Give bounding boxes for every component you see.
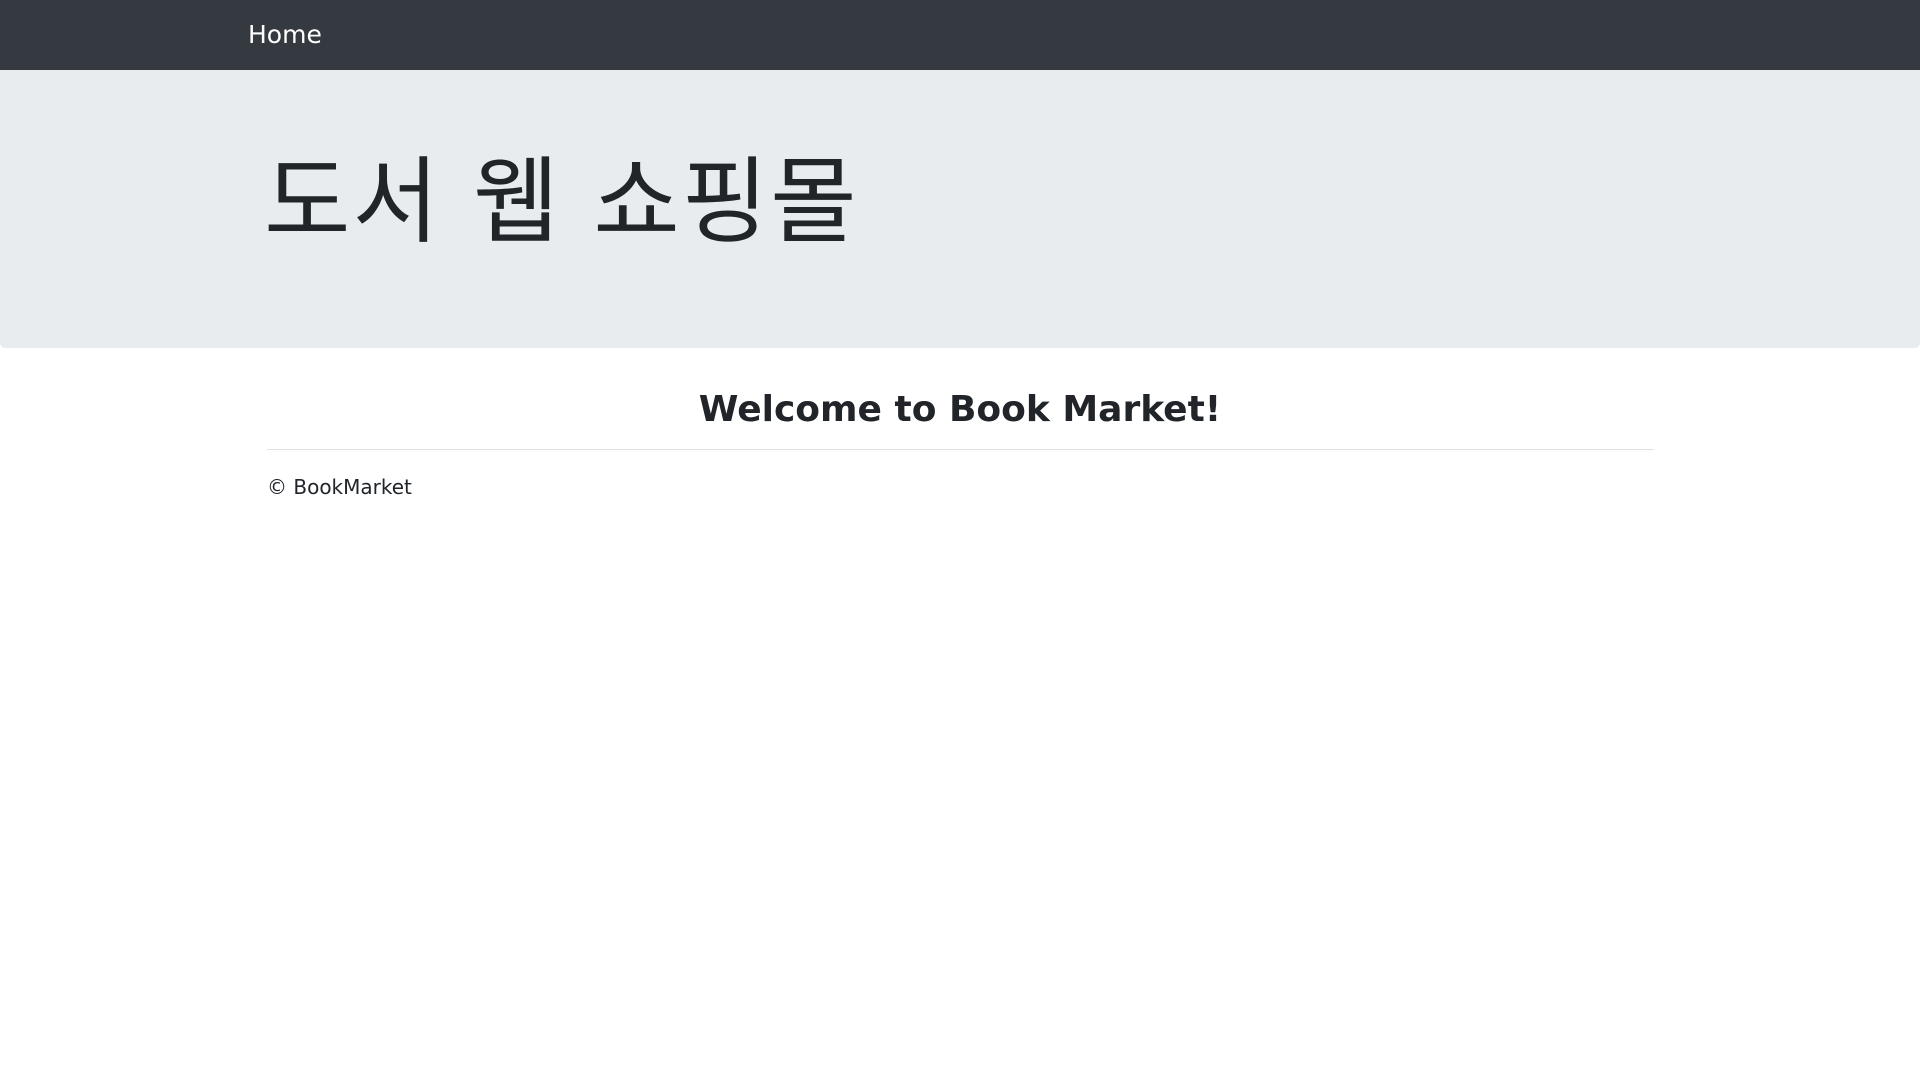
nav-home-link[interactable]: Home — [248, 19, 322, 51]
welcome-heading: Welcome to Book Market! — [698, 389, 1222, 430]
footer-copyright: © BookMarket — [267, 475, 412, 499]
page-title: 도서 웹 쇼핑몰 — [264, 148, 859, 257]
top-navbar: Home — [0, 0, 1920, 70]
jumbotron-banner: 도서 웹 쇼핑몰 — [0, 70, 1920, 348]
footer-divider — [267, 449, 1654, 450]
